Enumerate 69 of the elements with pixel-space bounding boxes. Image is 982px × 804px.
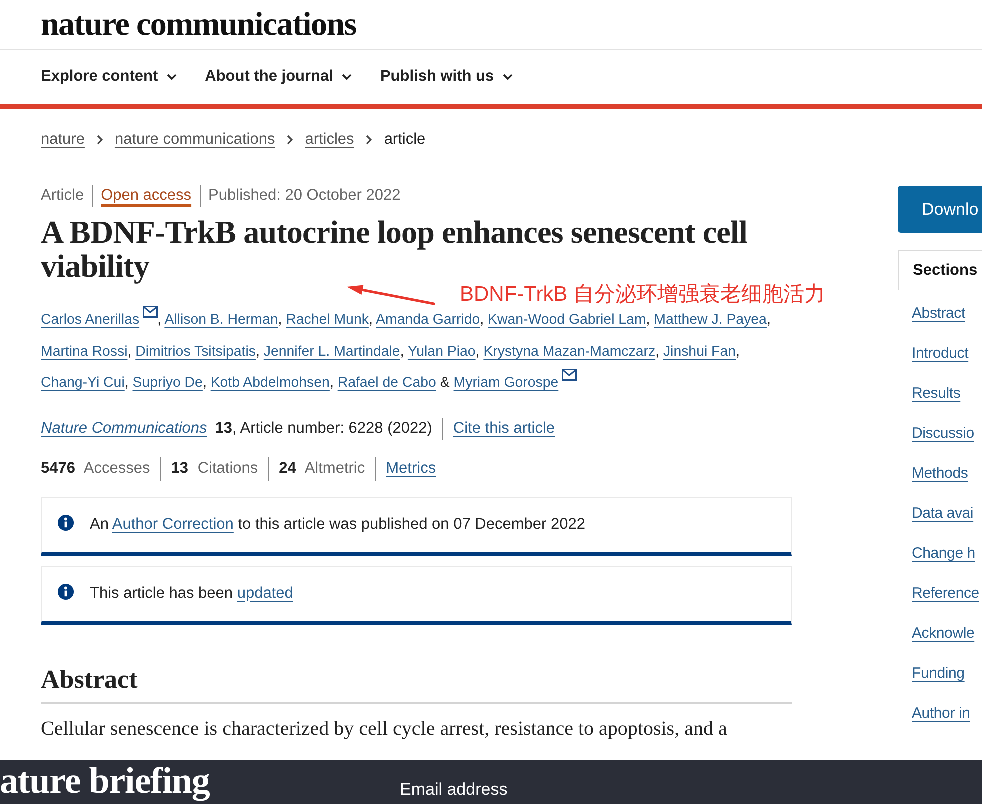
author-link[interactable]: Supriyo De [132,375,203,391]
section-link[interactable]: Abstract [898,294,966,334]
author-link[interactable]: Chang-Yi Cui [41,375,125,391]
breadcrumb-link[interactable]: articles [305,131,354,149]
author-link[interactable]: Kwan-Wood Gabriel Lam [488,312,646,328]
author-link[interactable]: Martina Rossi [41,344,128,360]
info-icon [58,584,74,600]
notice-text: This article has been updated [90,584,294,604]
open-access-link[interactable]: Open access [101,187,192,205]
section-link[interactable]: Reference [898,574,980,614]
email-label: Email address [400,779,508,801]
chevron-down-icon [503,74,514,80]
email-icon[interactable] [142,306,158,318]
author-link[interactable]: Krystyna Mazan-Mamczarz [484,344,656,360]
abstract-heading: Abstract [41,666,792,704]
notice-link[interactable]: updated [237,584,294,602]
section-link[interactable]: Author in [898,694,970,734]
email-icon[interactable] [562,369,577,381]
nav-menu-button[interactable]: Publish with us [380,68,514,86]
journal-logo[interactable]: nature communications [41,6,356,42]
breadcrumb-link[interactable]: nature [41,131,85,149]
abstract-text: Cellular senescence is characterized by cell cycle arrest, resistance to apoptosis, and a [41,716,728,742]
info-icon [58,514,74,530]
author-link[interactable]: Kotb Abdelmohsen [210,375,330,391]
chevron-right-icon [287,135,294,145]
annotation-text: BDNF-TrkB 自分泌环增强衰老细胞活力 [460,284,826,305]
article-type: Article [41,187,84,205]
sections-tab[interactable]: Sections [898,250,982,290]
chevron-right-icon [366,135,372,145]
notice-link[interactable]: Author Correction [112,516,234,532]
section-link[interactable]: Change h [898,534,976,574]
chevron-down-icon [167,74,178,80]
breadcrumb-link[interactable]: nature communications [114,131,276,149]
metrics-link[interactable]: Metrics [386,460,436,478]
author-link[interactable]: Rafael de Cabo [338,375,436,391]
breadcrumb-current: article [384,131,426,149]
section-link[interactable]: Funding [898,654,965,694]
author-link[interactable]: Amanda Garrido [376,312,480,328]
section-link[interactable]: Results [898,374,961,414]
metric-stat: 5476 Accesses [41,460,150,478]
author-link[interactable]: Dimitrios Tsitsipatis [136,344,256,360]
author-link[interactable]: Myriam Gorospe [454,375,559,391]
author-list: Carlos Anerillas , Allison B. Herman, Rachel Munk, Amanda Garrido, Kwan-Wood Gabriel Lam, Matthew J. Payea, Martina Rossi, Dimitrios Tsitsipatis, Jennifer L. Martindale, Yulan Piao, Krystyna Mazan-Mamczarz, Jinshui Fan, Chang-Yi Cui, Supriyo De, Kotb Abdelmohsen, Rafael de Cabo & Myriam Gorospe [41,305,792,400]
nav-menu-button[interactable]: Explore content [41,68,178,86]
metric-stat: 13 Citations [171,460,258,478]
author-link[interactable]: Matthew J. Payea [654,312,767,328]
cite-article-link[interactable]: Cite this article [453,420,556,438]
nav-menu-button[interactable]: About the journal [205,68,352,86]
section-link[interactable]: Acknowle [898,614,975,654]
author-link[interactable]: Rachel Munk [286,312,369,328]
section-link[interactable]: Methods [898,454,968,494]
chevron-right-icon [96,135,103,145]
journal-citation: Nature Communications 13, Article number: 6228 (2022) [41,420,432,438]
journal-link[interactable]: Nature Communications [41,420,208,436]
section-link[interactable]: Introduct [898,334,969,374]
download-pdf-button[interactable]: Downlo [898,186,982,233]
chevron-down-icon [342,74,352,80]
author-link[interactable]: Allison B. Herman [164,312,278,328]
section-link[interactable]: Data avai [898,494,974,534]
author-link[interactable]: Jennifer L. Martindale [264,344,400,360]
article-title: A BDNF-TrkB autocrine loop enhances senescent cell viability [41,215,748,283]
metric-stat: 24 Altmetric [279,460,366,478]
notice-text: An Author Correction to this article was published on 07 December 2022 [90,514,586,534]
section-link[interactable]: Discussio [898,414,974,454]
newsletter-brand: ature briefing [0,762,210,802]
author-link[interactable]: Yulan Piao [408,344,476,360]
author-link[interactable]: Jinshui Fan [663,344,736,360]
author-link[interactable]: Carlos Anerillas [41,312,140,328]
publish-date: Published: 20 October 2022 [208,187,401,205]
